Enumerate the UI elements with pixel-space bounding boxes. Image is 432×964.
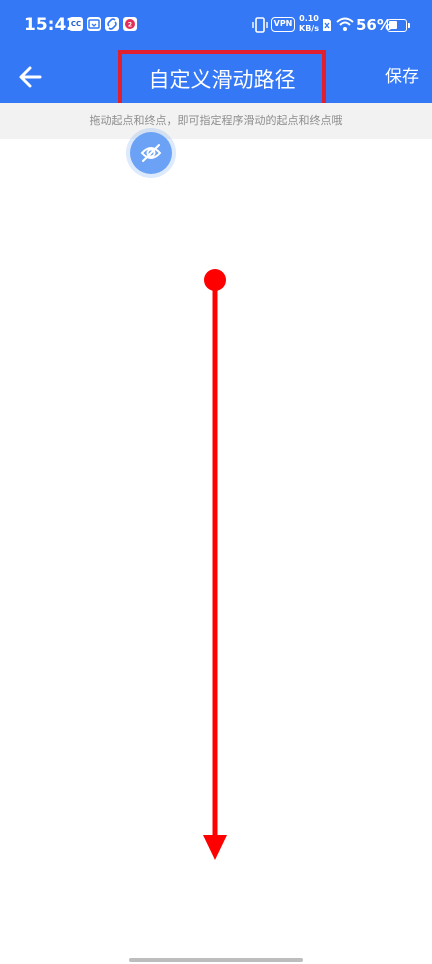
net-speed: 0.10 KB/s bbox=[299, 14, 319, 34]
arrow-left-icon bbox=[19, 66, 42, 88]
wifi-icon bbox=[336, 17, 354, 31]
red-app-icon: 2 bbox=[123, 17, 137, 31]
save-button[interactable]: 保存 bbox=[378, 63, 426, 91]
title-highlight-box: 自定义滑动路径 bbox=[118, 50, 326, 110]
download-app-icon bbox=[87, 17, 101, 31]
hint-text: 拖动起点和终点，即可指定程序滑动的起点和终点哦 bbox=[0, 103, 432, 139]
app-bar: 自定义滑动路径 保存 bbox=[0, 50, 432, 110]
status-bar: 15:42 CC 2 VPN 0.10 KB/s 56% bbox=[0, 0, 432, 52]
vpn-badge: VPN bbox=[271, 17, 295, 32]
net-speed-unit: KB/s bbox=[299, 24, 319, 33]
net-speed-value: 0.10 bbox=[299, 14, 319, 23]
no-sim-icon bbox=[323, 19, 331, 31]
vibrate-icon bbox=[252, 17, 268, 33]
page-title: 自定义滑动路径 bbox=[148, 68, 296, 92]
swipe-path-canvas[interactable] bbox=[0, 139, 432, 949]
battery-fill bbox=[389, 21, 397, 29]
battery-icon bbox=[387, 19, 407, 32]
battery-tip bbox=[408, 23, 410, 28]
eye-off-icon bbox=[140, 144, 162, 162]
cc-app-icon: CC bbox=[69, 17, 83, 31]
back-button[interactable] bbox=[14, 60, 48, 94]
start-point[interactable] bbox=[204, 269, 226, 291]
toggle-visibility-button[interactable] bbox=[130, 132, 172, 174]
home-indicator bbox=[129, 958, 303, 962]
svg-text:2: 2 bbox=[128, 22, 132, 29]
end-arrow[interactable] bbox=[203, 835, 227, 860]
link-app-icon bbox=[105, 17, 119, 31]
